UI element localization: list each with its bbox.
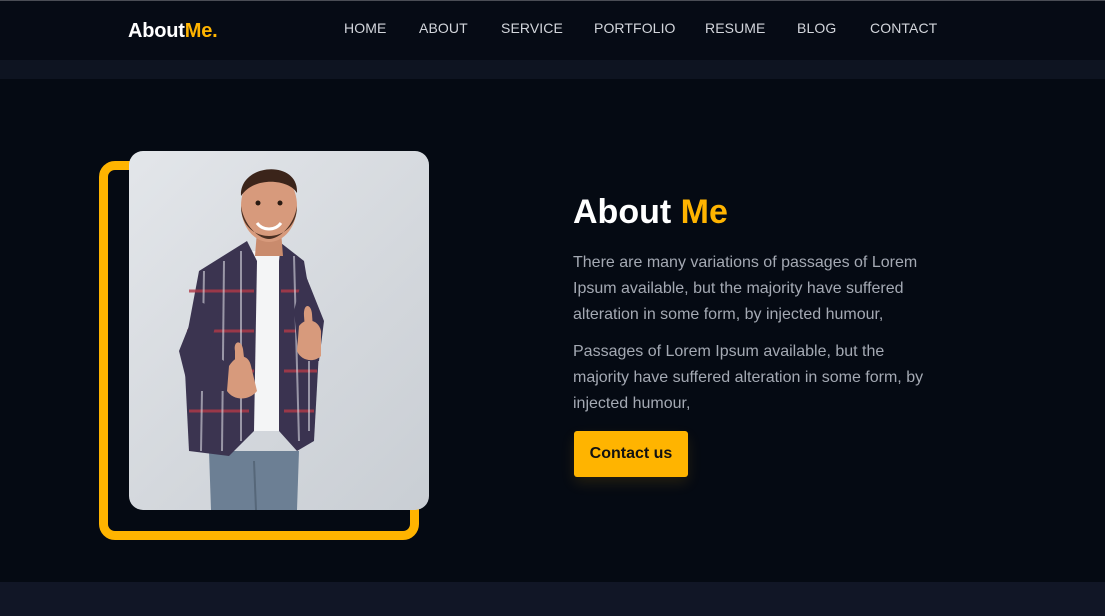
site-logo[interactable]: AboutMe.: [128, 20, 218, 43]
nav-about[interactable]: ABOUT: [419, 20, 468, 36]
about-heading-accent: Me: [680, 193, 728, 231]
logo-text: About: [128, 20, 185, 42]
nav-resume[interactable]: RESUME: [705, 20, 766, 36]
profile-photo: [129, 151, 429, 510]
about-heading: About Me: [573, 193, 728, 232]
nav-service[interactable]: SERVICE: [501, 20, 563, 36]
logo-accent-text: Me.: [184, 20, 218, 42]
nav-home[interactable]: HOME: [344, 20, 386, 36]
about-heading-main: About: [573, 193, 672, 231]
about-paragraph-1: There are many variations of passages of…: [573, 254, 918, 323]
navbar: AboutMe. HOME ABOUT SERVICE PORTFOLIO RE…: [0, 1, 1105, 60]
contact-us-button[interactable]: Contact us: [574, 431, 688, 477]
nav-portfolio[interactable]: PORTFOLIO: [594, 20, 676, 36]
nav-blog[interactable]: BLOG: [797, 20, 836, 36]
nav-contact[interactable]: CONTACT: [870, 20, 937, 36]
section-divider-top: [0, 60, 1105, 79]
person-illustration: [179, 169, 324, 510]
section-divider-bottom: [0, 582, 1105, 616]
about-paragraph-2: Passages of Lorem Ipsum available, but t…: [573, 343, 924, 412]
